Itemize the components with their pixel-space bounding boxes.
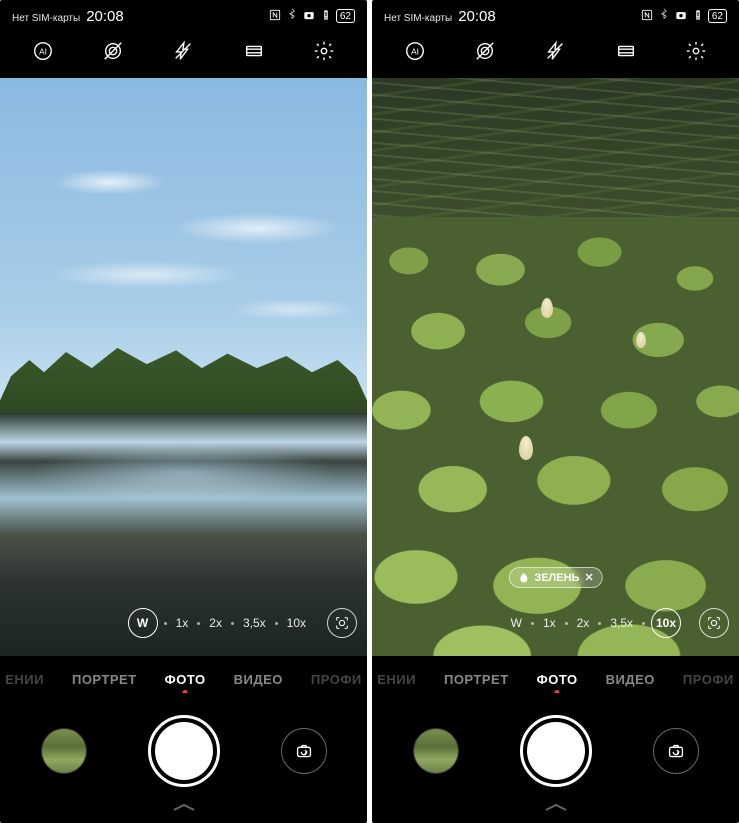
- mode-portrait[interactable]: ПОРТРЕТ: [58, 672, 151, 687]
- alert-icon: [691, 8, 705, 25]
- svg-text:AI: AI: [39, 48, 47, 57]
- close-icon[interactable]: ✕: [584, 571, 593, 584]
- mode-pro[interactable]: ПРОФИ: [297, 672, 367, 687]
- mode-video[interactable]: ВИДЕО: [220, 672, 297, 687]
- mode-portrait[interactable]: ПОРТРЕТ: [430, 672, 523, 687]
- phone-screen-left: Нет SIM-карты 20:08 62 AI: [0, 0, 367, 823]
- flash-button[interactable]: [542, 38, 568, 64]
- mode-item[interactable]: ЕНИИ: [0, 672, 58, 687]
- clock: 20:08: [458, 8, 496, 25]
- sim-status: Нет SIM-карты: [384, 13, 452, 24]
- google-lens-button[interactable]: [327, 608, 357, 638]
- switch-camera-button[interactable]: [653, 728, 699, 774]
- status-bar: Нет SIM-карты 20:08 62: [372, 0, 739, 28]
- zoom-1x[interactable]: 1x: [173, 616, 192, 630]
- zoom-controls: W 1x 2x 3,5x 10x: [372, 608, 739, 638]
- zoom-3-5x[interactable]: 3,5x: [240, 616, 269, 630]
- bottom-controls: [0, 693, 367, 797]
- zoom-10x[interactable]: 10x: [284, 616, 309, 630]
- zoom-3-5x[interactable]: 3,5x: [607, 616, 636, 630]
- clock: 20:08: [86, 8, 124, 25]
- alert-icon: [319, 8, 333, 25]
- mode-video[interactable]: ВИДЕО: [592, 672, 669, 687]
- sim-status: Нет SIM-карты: [12, 13, 80, 24]
- battery-indicator: 62: [708, 9, 727, 23]
- zoom-2x[interactable]: 2x: [574, 616, 593, 630]
- color-mode-button[interactable]: [100, 38, 126, 64]
- gallery-thumbnail[interactable]: [41, 728, 87, 774]
- ai-scene-chip[interactable]: ЗЕЛЕНЬ ✕: [508, 567, 602, 588]
- zoom-wide[interactable]: W: [508, 616, 525, 630]
- mode-selector[interactable]: ЕНИИ ПОРТРЕТ ФОТО ВИДЕО ПРОФИ: [372, 656, 739, 693]
- camera-status-icon: [674, 8, 688, 25]
- color-mode-button[interactable]: [472, 38, 498, 64]
- camera-viewfinder[interactable]: W 1x 2x 3,5x 10x: [0, 78, 367, 656]
- camera-toolbar: AI: [0, 28, 367, 78]
- shutter-button[interactable]: [520, 715, 592, 787]
- bluetooth-icon: [285, 8, 299, 25]
- phone-screen-right: Нет SIM-карты 20:08 62 AI: [372, 0, 739, 823]
- ai-mode-button[interactable]: AI: [402, 38, 428, 64]
- flash-button[interactable]: [170, 38, 196, 64]
- svg-text:AI: AI: [411, 48, 419, 57]
- shutter-button[interactable]: [148, 715, 220, 787]
- switch-camera-button[interactable]: [281, 728, 327, 774]
- bluetooth-icon: [657, 8, 671, 25]
- mode-selector[interactable]: ЕНИИ ПОРТРЕТ ФОТО ВИДЕО ПРОФИ: [0, 656, 367, 693]
- gallery-thumbnail[interactable]: [413, 728, 459, 774]
- ai-mode-button[interactable]: AI: [30, 38, 56, 64]
- mode-pro[interactable]: ПРОФИ: [669, 672, 739, 687]
- ai-scene-label: ЗЕЛЕНЬ: [534, 572, 579, 584]
- swipe-up-indicator[interactable]: [372, 797, 739, 823]
- mode-photo[interactable]: ФОТО: [523, 672, 592, 687]
- settings-button[interactable]: [683, 38, 709, 64]
- aspect-ratio-button[interactable]: [241, 38, 267, 64]
- swipe-up-indicator[interactable]: [0, 797, 367, 823]
- camera-status-icon: [302, 8, 316, 25]
- aspect-ratio-button[interactable]: [613, 38, 639, 64]
- zoom-2x[interactable]: 2x: [206, 616, 225, 630]
- zoom-wide[interactable]: W: [128, 608, 158, 638]
- status-bar: Нет SIM-карты 20:08 62: [0, 0, 367, 28]
- preview-image: [0, 78, 367, 656]
- nfc-icon: [640, 8, 654, 25]
- google-lens-button[interactable]: [699, 608, 729, 638]
- battery-indicator: 62: [336, 9, 355, 23]
- nfc-icon: [268, 8, 282, 25]
- leaf-icon: [517, 572, 529, 584]
- mode-item[interactable]: ЕНИИ: [372, 672, 430, 687]
- zoom-controls: W 1x 2x 3,5x 10x: [0, 608, 367, 638]
- zoom-1x[interactable]: 1x: [540, 616, 559, 630]
- mode-photo[interactable]: ФОТО: [151, 672, 220, 687]
- settings-button[interactable]: [311, 38, 337, 64]
- bottom-controls: [372, 693, 739, 797]
- camera-viewfinder[interactable]: ЗЕЛЕНЬ ✕ W 1x 2x 3,5x 10x: [372, 78, 739, 656]
- camera-toolbar: AI: [372, 28, 739, 78]
- zoom-10x[interactable]: 10x: [651, 608, 681, 638]
